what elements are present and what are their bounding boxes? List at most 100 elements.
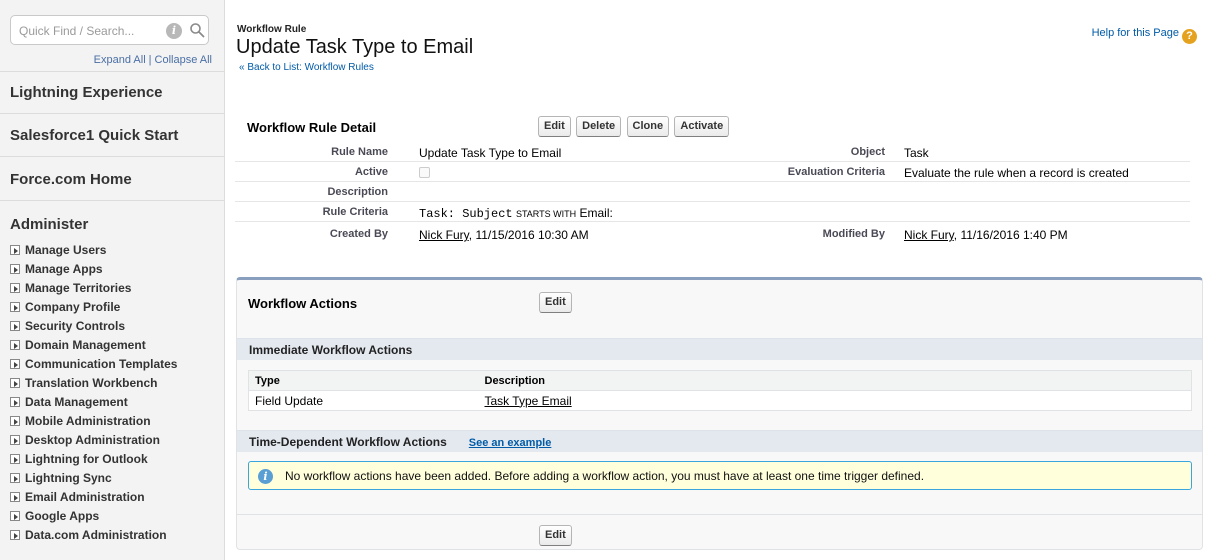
sidebar-item-lightning-sync[interactable]: Lightning Sync <box>0 469 224 488</box>
time-dependent-actions-title: Time-Dependent Workflow Actions <box>249 435 447 449</box>
expand-triangle-icon[interactable] <box>10 378 20 388</box>
criteria-value: Email: <box>579 206 613 220</box>
help-icon[interactable]: ? <box>1182 29 1197 44</box>
expand-triangle-icon[interactable] <box>10 321 20 331</box>
workflow-actions-panel: Workflow Actions Edit Immediate Workflow… <box>236 277 1203 550</box>
action-description-link[interactable]: Task Type Email <box>485 394 572 408</box>
collapse-all-link[interactable]: Collapse All <box>155 54 212 66</box>
sidebar-item-label: Data.com Administration <box>25 528 167 542</box>
active-checkbox <box>419 167 430 181</box>
page-type-label: Workflow Rule <box>237 24 307 35</box>
sidebar-item-label: Company Profile <box>25 300 121 314</box>
sidebar-item-label: Data Management <box>25 395 128 409</box>
expand-triangle-icon[interactable] <box>10 245 20 255</box>
expand-triangle-icon[interactable] <box>10 435 20 445</box>
clone-button[interactable]: Clone <box>626 116 670 137</box>
expand-triangle-icon[interactable] <box>10 473 20 483</box>
sidebar-item-communication-templates[interactable]: Communication Templates <box>0 355 224 374</box>
sidebar-item-company-profile[interactable]: Company Profile <box>0 298 224 317</box>
see-an-example-link[interactable]: See an example <box>469 437 552 449</box>
sidebar-item-force-com-home[interactable]: Force.com Home <box>0 156 224 200</box>
sidebar-item-label: Manage Users <box>25 243 107 257</box>
detail-button-bar: Edit Delete Clone Activate <box>538 116 731 137</box>
created-by-label: Created By <box>329 228 388 240</box>
evaluation-criteria-label: Evaluation Criteria <box>787 166 885 178</box>
sidebar-item-mobile-administration[interactable]: Mobile Administration <box>0 412 224 431</box>
expand-triangle-icon[interactable] <box>10 530 20 540</box>
sidebar-item-manage-territories[interactable]: Manage Territories <box>0 279 224 298</box>
sidebar-item-label: Email Administration <box>25 490 145 504</box>
back-arrow: « <box>239 62 245 73</box>
expand-triangle-icon[interactable] <box>10 359 20 369</box>
expand-triangle-icon[interactable] <box>10 283 20 293</box>
search-icon[interactable] <box>189 22 205 38</box>
delete-button[interactable]: Delete <box>576 116 622 137</box>
created-by-value: Nick Fury, 11/15/2016 10:30 AM <box>419 228 589 242</box>
detail-row-description: Description <box>235 183 1190 202</box>
created-by-date: , 11/15/2016 10:30 AM <box>468 228 589 242</box>
expand-triangle-icon[interactable] <box>10 302 20 312</box>
created-by-user-link[interactable]: Nick Fury <box>419 228 469 242</box>
sidebar-item-salesforce1-quick-start[interactable]: Salesforce1 Quick Start <box>0 113 224 156</box>
detail-row-active: Active Evaluation Criteria Evaluate the … <box>235 163 1190 182</box>
info-icon[interactable]: i <box>166 23 182 39</box>
expand-triangle-icon[interactable] <box>10 264 20 274</box>
expand-triangle-icon[interactable] <box>10 454 20 464</box>
sidebar-item-domain-management[interactable]: Domain Management <box>0 336 224 355</box>
back-to-list: « Back to List: Workflow Rules <box>239 62 374 73</box>
workflow-actions-edit-button[interactable]: Edit <box>539 292 572 313</box>
info-message-text: No workflow actions have been added. Bef… <box>285 469 925 483</box>
expand-triangle-icon[interactable] <box>10 416 20 426</box>
sidebar-item-label: Mobile Administration <box>25 414 151 428</box>
info-icon: i <box>258 469 273 484</box>
back-to-list-link[interactable]: Back to List: Workflow Rules <box>247 62 374 73</box>
expand-triangle-icon[interactable] <box>10 511 20 521</box>
sidebar-item-manage-apps[interactable]: Manage Apps <box>0 260 224 279</box>
sidebar-item-lightning-experience[interactable]: Lightning Experience <box>0 71 224 113</box>
evaluation-criteria-value: Evaluate the rule when a record is creat… <box>904 166 1129 180</box>
detail-row-rule-criteria: Rule Criteria Task: Subject STARTS WITH … <box>235 203 1190 222</box>
edit-button[interactable]: Edit <box>538 116 571 137</box>
page-title: Update Task Type to Email <box>236 36 474 58</box>
active-label: Active <box>354 166 388 178</box>
sidebar-item-translation-workbench[interactable]: Translation Workbench <box>0 374 224 393</box>
action-description-cell: Task Type Email <box>479 391 1192 411</box>
expand-triangle-icon[interactable] <box>10 492 20 502</box>
time-dependent-actions-header: Time-Dependent Workflow Actions See an ex… <box>237 430 1202 452</box>
detail-section-title: Workflow Rule Detail <box>247 120 377 135</box>
quick-find-input[interactable] <box>19 22 159 40</box>
sidebar-item-manage-users[interactable]: Manage Users <box>0 241 224 260</box>
sidebar-item-label: Manage Apps <box>25 262 103 276</box>
detail-row-created-by: Created By Nick Fury, 11/15/2016 10:30 A… <box>235 225 1190 245</box>
sidebar-item-google-apps[interactable]: Google Apps <box>0 507 224 526</box>
modified-by-label: Modified By <box>822 228 885 240</box>
sidebar-item-data-management[interactable]: Data Management <box>0 393 224 412</box>
help-link[interactable]: Help for this Page <box>1092 27 1179 39</box>
link-separator: | <box>148 54 152 66</box>
immediate-actions-header: Immediate Workflow Actions <box>237 338 1202 360</box>
immediate-actions-table: Type Description Field Update Task Type … <box>248 370 1192 411</box>
detail-row-rule-name: Rule Name Update Task Type to Email Obje… <box>235 143 1190 162</box>
checkbox-icon <box>419 167 430 178</box>
immediate-actions-title: Immediate Workflow Actions <box>249 343 413 357</box>
expand-triangle-icon[interactable] <box>10 397 20 407</box>
sidebar-item-security-controls[interactable]: Security Controls <box>0 317 224 336</box>
sidebar-item-desktop-administration[interactable]: Desktop Administration <box>0 431 224 450</box>
sidebar-item-email-administration[interactable]: Email Administration <box>0 488 224 507</box>
modified-by-date: , 11/16/2016 1:40 PM <box>953 228 1068 242</box>
modified-by-user-link[interactable]: Nick Fury <box>904 228 954 242</box>
main-content: Workflow Rule Update Task Type to Email … <box>235 0 1203 560</box>
sidebar-item-lightning-for-outlook[interactable]: Lightning for Outlook <box>0 450 224 469</box>
sidebar-item-data-com-administration[interactable]: Data.com Administration <box>0 526 224 545</box>
quick-find-box: i <box>10 15 209 45</box>
column-header-type: Type <box>248 370 479 391</box>
help-for-page[interactable]: Help for this Page? <box>1092 27 1197 44</box>
sidebar-item-label: Google Apps <box>25 509 100 523</box>
expand-collapse-links: Expand All | Collapse All <box>94 54 212 66</box>
expand-all-link[interactable]: Expand All <box>94 54 146 66</box>
workflow-actions-edit-button-bottom[interactable]: Edit <box>539 525 572 546</box>
expand-triangle-icon[interactable] <box>10 340 20 350</box>
activate-button[interactable]: Activate <box>674 116 730 137</box>
rule-name-label: Rule Name <box>331 146 388 158</box>
info-message-box: i No workflow actions have been added. B… <box>248 461 1192 490</box>
